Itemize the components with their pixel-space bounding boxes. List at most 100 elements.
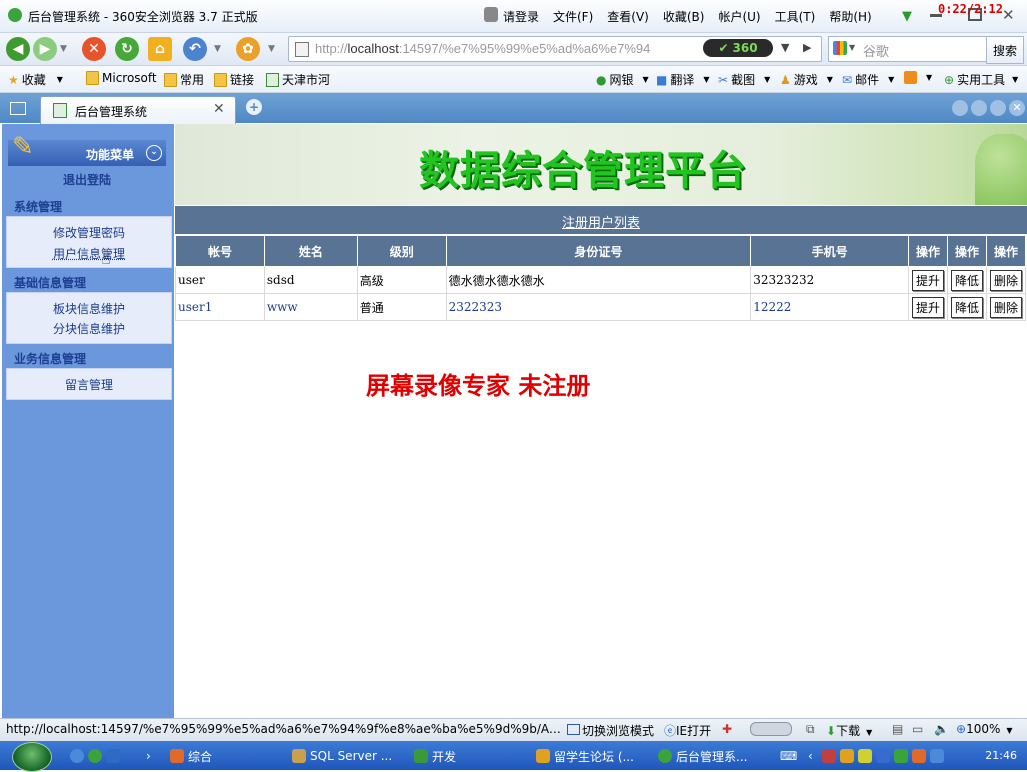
taskbar-item-general[interactable]: 综合 — [170, 745, 212, 767]
forward-icon[interactable]: ▶ — [33, 37, 57, 61]
menu-help[interactable]: 帮助(H) — [829, 8, 871, 25]
column-header: 级别 — [356, 235, 447, 267]
tool-utilities[interactable]: ⊕ 实用工具 ▼ — [944, 71, 1018, 88]
tab-list-icon[interactable] — [990, 100, 1006, 116]
start-button[interactable] — [12, 742, 52, 772]
stop-icon[interactable]: ✕ — [82, 37, 106, 61]
promote-button[interactable]: 提升 — [911, 296, 944, 318]
undo-dropdown-icon[interactable]: ▼ — [214, 44, 221, 54]
bookmark-common[interactable]: 常用 — [164, 71, 204, 88]
quick-launch-more-icon[interactable]: › — [146, 745, 151, 767]
tray-expand-icon[interactable]: ‹ — [808, 745, 813, 767]
favorites-menu[interactable]: ★ 收藏 ▼ — [8, 71, 63, 88]
bookmark-microsoft[interactable]: Microsoft — [86, 71, 157, 85]
tray-icon[interactable] — [876, 749, 890, 763]
scroll-left-icon[interactable] — [952, 100, 968, 116]
safety-360-badge[interactable]: ✔ 360 — [703, 39, 773, 57]
download-button[interactable]: ⬇下载 ▼ — [826, 722, 872, 739]
system-tray — [822, 745, 944, 767]
page-tools-icon[interactable]: ▤ — [892, 722, 903, 736]
address-dropdown-icon[interactable]: ▼ — [781, 41, 789, 54]
tray-icon[interactable] — [858, 749, 872, 763]
copy-icon[interactable]: ⧉ — [806, 722, 815, 737]
section-system[interactable]: 系统管理 — [14, 198, 62, 215]
clock[interactable]: 21:46 — [985, 749, 1017, 762]
sidebar-item-board-maintenance[interactable]: 板块信息维护 — [7, 300, 171, 317]
volume-icon[interactable]: 🔈 — [934, 722, 949, 736]
menu-favorites[interactable]: 收藏(B) — [663, 8, 705, 25]
login-link[interactable]: 请登录 — [503, 8, 539, 25]
search-input[interactable]: 谷歌 — [863, 41, 889, 60]
tool-translate[interactable]: ■ 翻译 ▼ — [656, 71, 710, 88]
taskbar-item-forum[interactable]: 留学生论坛 (... — [536, 745, 634, 767]
sidebar-item-change-password[interactable]: 修改管理密码 — [7, 224, 171, 241]
history-dropdown-icon[interactable]: ▼ — [60, 44, 67, 54]
folder-icon — [86, 71, 99, 85]
paw-dropdown-icon[interactable]: ▼ — [268, 44, 275, 54]
engine-dropdown-icon[interactable]: ▼ — [849, 43, 855, 52]
bookmark-links[interactable]: 链接 — [214, 71, 254, 88]
paw-icon[interactable]: ✿ — [236, 37, 260, 61]
taskbar-item-sql-server[interactable]: SQL Server ... — [292, 745, 392, 767]
demote-button[interactable]: 降低 — [950, 269, 983, 291]
tool-screenshot[interactable]: ✂ 截图 ▼ — [718, 71, 770, 88]
taskbar-item-dev[interactable]: 开发 — [414, 745, 456, 767]
logout-link[interactable]: 退出登陆 — [8, 171, 166, 188]
security-icon[interactable]: ✚ — [722, 722, 732, 736]
menu-tools[interactable]: 工具(T) — [775, 8, 816, 25]
switch-mode-button[interactable]: 切换浏览模式 — [567, 722, 654, 739]
promote-button[interactable]: 提升 — [911, 269, 944, 291]
sidebar-item-user-management[interactable]: 用户信息管理 — [7, 245, 171, 262]
tab-admin-system[interactable]: 后台管理系统 ✕ — [40, 96, 236, 124]
undo-close-icon[interactable]: ↶ — [183, 37, 207, 61]
sidebar-item-sub-board-maintenance[interactable]: 分块信息维护 — [7, 320, 171, 337]
menu-file[interactable]: 文件(F) — [553, 8, 593, 25]
delete-button[interactable]: 删除 — [989, 269, 1022, 291]
close-all-icon[interactable]: ✕ — [1009, 100, 1025, 116]
network-icon[interactable] — [930, 749, 944, 763]
tool-bank[interactable]: ● 网银 ▼ — [596, 71, 649, 88]
section-business[interactable]: 业务信息管理 — [14, 350, 86, 367]
demote-button[interactable]: 降低 — [950, 296, 983, 318]
delete-button[interactable]: 删除 — [989, 296, 1022, 318]
scroll-right-icon[interactable] — [971, 100, 987, 116]
search-button[interactable]: 搜索 — [986, 36, 1024, 64]
zoom-control[interactable]: ⊕100% ▼ — [956, 722, 1013, 736]
back-icon[interactable]: ◀ — [6, 37, 30, 61]
shirt-icon[interactable]: ▼ — [902, 9, 912, 24]
address-bar[interactable]: http://localhost:14597/%e7%95%99%e5%ad%a… — [288, 36, 822, 62]
close-window-icon[interactable]: ✕ — [1002, 6, 1015, 24]
browser-360-icon[interactable] — [88, 749, 102, 763]
tray-icon[interactable] — [912, 749, 926, 763]
menu-account[interactable]: 帐户(U) — [718, 8, 760, 25]
go-icon[interactable]: ▶ — [803, 41, 811, 54]
tool-mail[interactable]: ✉ 邮件 ▼ — [842, 71, 894, 88]
close-tab-icon[interactable]: ✕ — [213, 101, 225, 117]
menu-view[interactable]: 查看(V) — [607, 8, 649, 25]
page-icon — [295, 42, 309, 57]
language-icon[interactable] — [106, 749, 120, 763]
search-box[interactable]: ▼ 谷歌 — [828, 36, 987, 62]
tool-group[interactable]: ▼ — [904, 71, 932, 84]
sidebar-toggle-icon[interactable] — [10, 102, 26, 115]
sidebar-item-message-management[interactable]: 留言管理 — [7, 376, 171, 393]
new-tab-icon[interactable]: + — [246, 99, 262, 115]
tray-icon[interactable] — [840, 749, 854, 763]
function-menu-header[interactable]: ✎ 功能菜单 ⌄ — [8, 132, 166, 166]
keyboard-icon[interactable]: ⌨ — [780, 745, 797, 767]
zoom-icon: ⊕ — [956, 722, 967, 736]
taskbar-item-admin[interactable]: 后台管理系... — [658, 745, 747, 767]
tool-games[interactable]: ♟ 游戏 ▼ — [780, 71, 833, 88]
tray-icon[interactable] — [822, 749, 836, 763]
section-basic[interactable]: 基础信息管理 — [14, 274, 86, 291]
home-icon[interactable]: ⌂ — [148, 37, 172, 61]
window-tools-icon[interactable]: ▭ — [912, 722, 923, 736]
ie-open-button[interactable]: ⓔIE打开 — [664, 722, 711, 739]
bookmark-tianjin[interactable]: 天津市河 — [266, 71, 330, 88]
collapse-icon[interactable]: ⌄ — [146, 145, 162, 161]
tray-icon[interactable] — [894, 749, 908, 763]
ie-icon[interactable] — [70, 749, 84, 763]
toggle-switch-icon[interactable] — [750, 722, 792, 739]
refresh-icon[interactable]: ↻ — [115, 37, 139, 61]
registered-users-link[interactable]: 注册用户列表 — [175, 212, 1027, 231]
